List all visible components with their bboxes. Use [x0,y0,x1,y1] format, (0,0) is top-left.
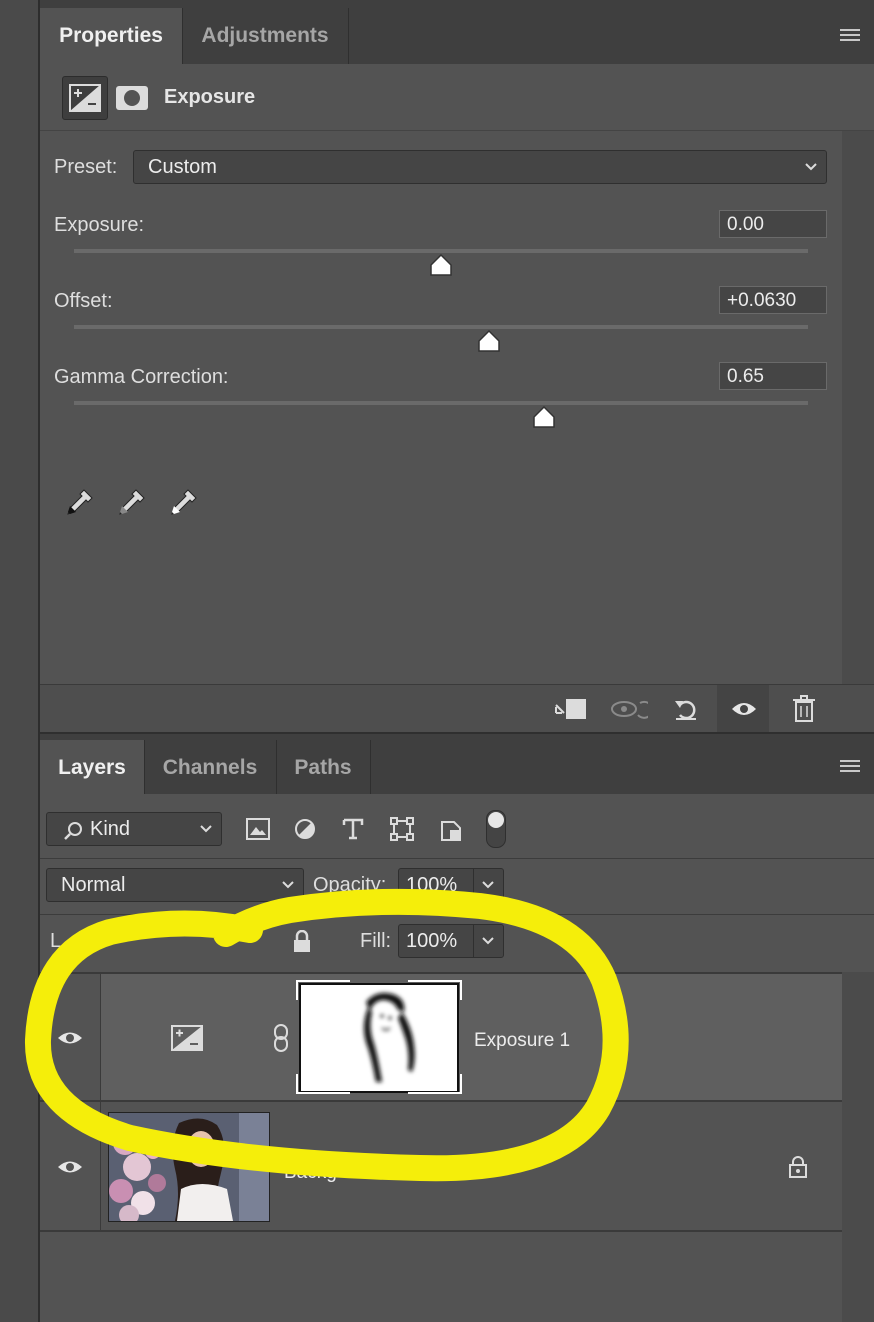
filter-kind-value: Kind [90,818,131,840]
filter-smart-objects-icon[interactable] [440,816,462,842]
preset-value: Custom [148,156,217,178]
properties-tab-bar: Properties Adjustments [40,0,874,64]
link-chain-icon[interactable] [272,1024,290,1052]
offset-value-field[interactable]: +0.0630 [719,286,827,314]
opacity-value: 100% [406,874,458,896]
tab-adjustments[interactable]: Adjustments [182,8,349,64]
exposure-slider-thumb[interactable] [430,254,452,276]
gamma-slider-track[interactable] [74,401,808,405]
gamma-value-field[interactable]: 0.65 [719,362,827,390]
tab-paths[interactable]: Paths [276,740,371,796]
gamma-slider-thumb[interactable] [533,406,555,428]
exposure-slider-track[interactable] [74,249,808,253]
tab-layers[interactable]: Layers [40,740,145,796]
layer-row-background[interactable]: Backg [40,1102,842,1230]
visibility-toggle-button[interactable] [717,685,769,733]
fill-value: 100% [406,930,458,952]
layer-mask-thumbnail[interactable] [296,980,462,1094]
filter-toggle-switch[interactable] [486,810,506,848]
preset-select[interactable]: Custom [133,150,827,184]
filter-pixel-layers-icon[interactable] [246,818,270,840]
properties-panel: Exposure Preset: Custom Exposure: 0.00 O… [40,64,874,684]
fill-label: Fill: [360,930,392,952]
background-thumbnail-photo[interactable] [108,1112,270,1222]
panel-menu-icon[interactable] [840,29,860,43]
lock-label-partial: L [50,930,62,952]
clip-to-layer-icon[interactable] [552,697,588,723]
chevron-down-icon [200,825,212,833]
layer-visibility-cell[interactable] [40,974,101,1100]
gray-point-eyedropper-icon[interactable] [114,486,148,520]
gamma-label: Gamma Correction: [54,366,229,388]
trash-icon[interactable] [792,695,816,723]
properties-scrollbar[interactable] [842,131,874,684]
layer-name-exposure[interactable]: Exposure 1 [474,1030,570,1052]
tab-channels[interactable]: Channels [144,740,277,796]
layers-tab-bar: Layers Channels Paths [40,732,874,796]
visibility-eye-icon [732,703,756,715]
reset-icon[interactable] [672,695,700,723]
filter-adjustment-layers-icon[interactable] [294,818,316,840]
divider [40,914,874,915]
layer-mask-icon[interactable] [116,86,148,110]
layer-row-exposure[interactable]: Exposure 1 [40,974,842,1100]
offset-label: Offset: [54,290,113,312]
search-icon [64,822,82,840]
layer-visibility-cell[interactable] [40,1102,101,1230]
adjustment-layer-exposure-icon [171,1025,203,1051]
white-point-eyedropper-icon[interactable] [166,486,200,520]
chevron-down-icon [482,881,494,889]
preset-label: Preset: [54,156,118,178]
divider [40,858,874,859]
exposure-value-field[interactable]: 0.00 [719,210,827,238]
mask-silhouette-image [364,993,415,1082]
properties-header: Exposure [40,64,874,131]
offset-slider-thumb[interactable] [477,330,500,352]
properties-bottom-toolbar [40,684,874,733]
black-point-eyedropper-icon[interactable] [62,486,96,520]
exposure-label: Exposure: [54,214,145,236]
fill-field[interactable]: 100% [398,924,504,958]
visibility-eye-icon [58,1161,82,1173]
layer-filter-kind-select[interactable]: Kind [46,812,222,846]
chevron-down-icon [805,163,817,171]
filter-type-layers-icon[interactable] [342,817,364,841]
tab-properties[interactable]: Properties [40,8,183,64]
left-gutter [0,0,40,1322]
layer-name-background[interactable]: Backg [284,1162,337,1184]
blend-mode-select[interactable]: Normal [46,868,304,902]
offset-slider-track[interactable] [74,325,808,329]
photo-image [109,1113,269,1221]
chevron-down-icon [282,881,294,889]
opacity-field[interactable]: 100% [398,868,504,902]
view-previous-state-icon[interactable] [610,697,648,721]
layers-menu-icon[interactable] [840,760,860,774]
exposure-adjustment-icon[interactable] [62,76,108,120]
layer-lock-icon[interactable] [788,1156,808,1178]
layers-scrollbar[interactable] [842,972,874,1322]
filter-shape-layers-icon[interactable] [390,817,414,841]
opacity-label: Opacity: [313,874,387,896]
visibility-eye-icon [58,1032,82,1044]
blend-mode-value: Normal [61,874,126,896]
chevron-down-icon [482,937,494,945]
adjustment-title: Exposure [164,86,256,108]
lock-all-icon[interactable] [292,930,312,954]
